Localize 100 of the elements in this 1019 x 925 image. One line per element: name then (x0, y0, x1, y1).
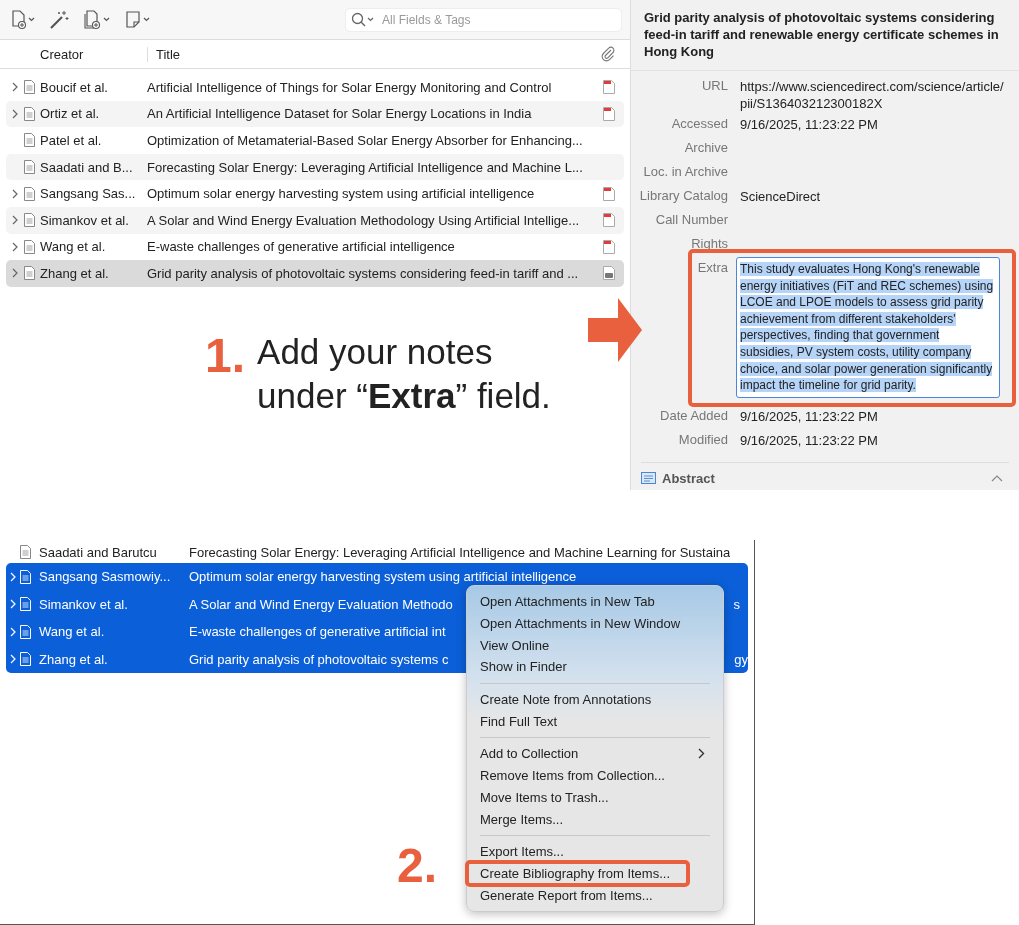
document-icon (24, 186, 35, 201)
title-cell: s (733, 596, 740, 612)
field-value[interactable]: https://www.sciencedirect.com/science/article/pii/S136403212300182X (740, 74, 1006, 112)
search-field[interactable]: All Fields & Tags (345, 7, 622, 32)
section-title[interactable]: Abstract (662, 470, 715, 486)
pdf-icon[interactable] (603, 213, 615, 228)
menu-item[interactable]: Create Note from Annotations (467, 688, 723, 711)
document-icon (24, 160, 35, 175)
title-cell-text: E-waste challenges of generative artificial intelligence (147, 239, 456, 255)
document-icon (24, 80, 35, 95)
title-cell-text: Artificial Intelligence of Things for Solar Energy Monitoring and Control (147, 79, 553, 95)
menu-item[interactable]: Generate Report from Items... (467, 884, 723, 906)
title-cell: A Solar and Wind Energy Evaluation Methodo (189, 596, 453, 612)
document-icon (20, 569, 31, 584)
creator-cell-text: Wang et al. (40, 239, 107, 255)
creator-cell-text: Sangsang Sasmowiy... (39, 569, 172, 585)
document-icon (24, 133, 35, 148)
creator-cell-text: Ortiz et al. (40, 106, 101, 122)
abstract-icon (641, 472, 656, 485)
title-cell-text: Forecasting Solar Energy: Leveraging Artificial Intelligence and Machine L... (147, 159, 584, 175)
document-icon (24, 239, 35, 254)
document-icon (24, 266, 35, 281)
title-cell: Optimum solar energy harvesting system using artificial intelligence (189, 569, 577, 585)
creator-cell-text: Zhang et al. (40, 265, 110, 281)
field-label: Modified (677, 430, 728, 447)
creator-cell-text: Boucif et al. (40, 79, 109, 95)
title-cell-text: An Artificial Intelligence Dataset for Solar Energy Locations in India (147, 106, 533, 122)
field-label: Call Number (654, 211, 728, 227)
title-cell: Grid parity analysis of photovoltaic systems c (189, 651, 449, 667)
item-row[interactable]: Wang et al. E-waste challenges of generative artificial intelligence (6, 233, 624, 261)
item-row[interactable]: Sangsang Sas... Optimum solar energy harvesting system using artificial intelligence (6, 180, 624, 207)
creator-cell-text: Saadati and B... (40, 159, 134, 175)
title-cell-text: Optimization of Metamaterial-Based Solar Energy Absorber for Enhancing... (147, 133, 584, 148)
title-cell-text: A Solar and Wind Energy Evaluation Methodology Using Artificial Intellige... (147, 212, 581, 228)
document-icon (20, 652, 31, 667)
annotation-text: Add your notes under “Extra” field. (257, 331, 552, 417)
item-row[interactable]: Patel et al. Optimization of Metamaterial-Based Solar Energy Absorber for Enhancing... (6, 127, 624, 154)
item-row[interactable]: Saadati and Barutcu Forecasting Solar Energy: Leveraging Artificial Intelligence and Machine Learning for Sustaina (6, 541, 748, 563)
step-number: 1. (205, 330, 246, 384)
creator-cell-text: Sangsang Sas... (40, 186, 137, 202)
extra-field[interactable]: This study evaluates Hong Kong's renewable energy initiatives (FiT and REC schemes) using LCOE and LPOE models to assess grid parity achievement from different stakeholders' perspectives, finding that government subsidies, PV system costs, utility company choice, and solar power generation significantly impact the timeline for grid parity. (736, 257, 1000, 398)
menu-item[interactable]: Move Items to Trash... (467, 786, 723, 809)
title-cell: gy (734, 651, 748, 667)
creator-cell-text: Zhang et al. (39, 651, 109, 667)
creator-cell-text: Saadati and Barutcu (39, 544, 158, 560)
menu-item[interactable]: Remove Items from Collection... (467, 764, 723, 787)
arrow-icon (588, 298, 642, 362)
item-title: Grid parity analysis of photovoltaic systems considering feed-in tariff and renewable energy certificate schemes in Hong Kong (631, 0, 1019, 71)
title-cell-text: Grid parity analysis of photovoltaic systems considering feed-in tariff and ... (147, 265, 580, 281)
title-cell-text: Optimum solar energy harvesting system using artificial intelligence (147, 186, 536, 202)
field-value[interactable]: 9/16/2025, 11:23:22 PM (740, 112, 1006, 133)
title-cell: E-waste challenges of generative artificial int (189, 624, 446, 640)
field-label: Accessed (670, 115, 728, 131)
field-value[interactable]: ScienceDirect (740, 184, 1006, 205)
chevron-up-icon[interactable] (991, 474, 1003, 483)
chevron-right-icon[interactable] (12, 82, 18, 93)
pdf-icon[interactable] (603, 80, 615, 95)
menu-item[interactable]: Create Bibliography from Items... (467, 862, 723, 885)
item-row[interactable]: Simankov et al. A Solar and Wind Energy Evaluation Methodology Using Artificial Intellige... (6, 206, 624, 234)
document-icon (20, 545, 31, 559)
step-number: 2. (397, 840, 438, 892)
pdf-icon[interactable] (603, 239, 615, 254)
field-label: Loc. in Archive (642, 163, 728, 179)
chevron-right-icon[interactable] (12, 268, 18, 279)
field-label: URL (701, 77, 728, 93)
item-row[interactable]: Sangsang Sasmowiy... Optimum solar energy harvesting system using artificial intelligence (6, 563, 748, 591)
title-cell: Forecasting Solar Energy: Leveraging Artificial Intelligence and Machine Learning for Sustaina (189, 544, 731, 560)
creator-cell-text: Simankov et al. (40, 212, 130, 228)
menu-item[interactable]: Find Full Text (467, 710, 723, 733)
document-icon (24, 106, 35, 121)
field-value[interactable]: 9/16/2025, 11:23:22 PM (740, 427, 1006, 449)
document-icon (20, 624, 31, 639)
field-label: Library Catalog (638, 187, 728, 203)
item-row[interactable]: Zhang et al. Grid parity analysis of photovoltaic systems considering feed-in tariff and ... (6, 260, 624, 287)
column-header[interactable]: Title (147, 46, 600, 62)
menu-item[interactable]: Export Items... (467, 840, 723, 863)
menu-item[interactable]: Open Attachments in New Tab (467, 591, 723, 613)
chevron-right-icon[interactable] (12, 188, 18, 199)
item-row[interactable]: Saadati and B... Forecasting Solar Energy: Leveraging Artificial Intelligence and Machine L... (6, 153, 624, 181)
item-row[interactable]: Boucif et al. Artificial Intelligence of Things for Solar Energy Monitoring and Control (6, 74, 624, 101)
document-icon (20, 597, 31, 612)
chevron-right-icon[interactable] (12, 215, 18, 226)
field-label: Date Added (659, 406, 728, 423)
menu-item[interactable]: Add to Collection (467, 743, 723, 765)
creator-cell-text: Patel et al. (40, 133, 103, 148)
menu-item[interactable]: Merge Items... (467, 808, 723, 830)
column-header[interactable]: Creator (0, 46, 147, 62)
paperclip-icon[interactable] (600, 46, 616, 62)
chevron-right-icon[interactable] (12, 108, 18, 119)
item-row[interactable]: Ortiz et al. An Artificial Intelligence Dataset for Solar Energy Locations in India (6, 100, 624, 128)
field-label: Extra (696, 259, 728, 275)
field-value[interactable]: 9/16/2025, 11:23:22 PM (740, 403, 1006, 425)
field-label: Archive (683, 139, 728, 155)
pdf-icon[interactable] (603, 186, 615, 201)
pdf-icon[interactable] (603, 106, 615, 121)
document-icon (24, 213, 35, 228)
chevron-right-icon[interactable] (12, 241, 18, 252)
snapshot-icon[interactable] (603, 266, 615, 281)
creator-cell-text: Simankov et al. (39, 596, 129, 612)
creator-cell-text: Wang et al. (39, 624, 106, 640)
